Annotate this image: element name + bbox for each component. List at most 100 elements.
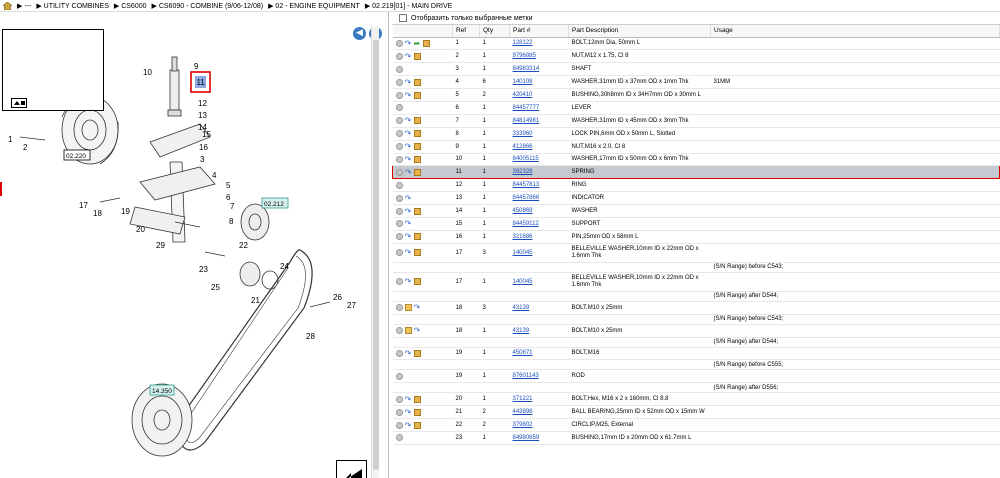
view-icon[interactable]: ↷ xyxy=(405,349,412,357)
package-icon[interactable] xyxy=(413,421,421,429)
package-icon[interactable] xyxy=(413,155,421,163)
table-row[interactable]: ↷ 4 6 140108 WASHER,31mm ID x 37mm OD x 1mm … xyxy=(392,75,1000,90)
part-number-link[interactable]: 379802 xyxy=(513,422,533,428)
view-icon[interactable]: ↷ xyxy=(405,207,412,215)
view-icon[interactable]: ↷ xyxy=(405,91,412,99)
package-icon[interactable] xyxy=(413,278,421,286)
callout-6[interactable]: 6 xyxy=(226,193,231,202)
table-row[interactable]: 3 1 84983314 SHAFT xyxy=(392,62,1000,77)
note-icon[interactable] xyxy=(404,327,412,335)
package-icon[interactable] xyxy=(413,52,421,60)
callout-23[interactable]: 23 xyxy=(199,265,208,274)
view-icon[interactable]: ↷ xyxy=(405,421,412,429)
part-number-link[interactable]: 450869 xyxy=(513,208,533,214)
table-row[interactable]: ↷ 18 3 43139 BOLT,M10 x 25mm xyxy=(392,301,1000,315)
table-row[interactable]: ↷ 2 1 9796885 NUT,M12 x 1.75, Cl 8 xyxy=(392,49,1000,64)
package-icon[interactable] xyxy=(413,349,421,357)
view-icon[interactable]: ↷ xyxy=(405,39,412,47)
diagram-scrollbar[interactable] xyxy=(371,26,379,478)
show-selected-checkbox[interactable] xyxy=(399,14,407,22)
table-row[interactable]: ↷ 7 1 84814981 WASHER,31mm ID x 45mm OD x 3m… xyxy=(392,114,1000,128)
col-part[interactable]: Part # xyxy=(509,25,569,38)
table-row[interactable]: 12 1 84457813 RING xyxy=(392,178,1000,193)
view-icon[interactable]: ↷ xyxy=(405,278,412,286)
view-icon[interactable]: ↷ xyxy=(414,304,421,312)
table-row-selected[interactable]: ↷ 11 1 392328 SPRING xyxy=(392,165,1000,180)
callout-25[interactable]: 25 xyxy=(211,283,220,292)
callout-28[interactable]: 28 xyxy=(306,332,315,341)
package-icon[interactable] xyxy=(413,249,421,257)
previous-diagram-button[interactable]: ◀ xyxy=(353,27,366,40)
callout-20[interactable]: 20 xyxy=(136,225,145,234)
callout-21[interactable]: 21 xyxy=(251,296,260,305)
part-number-link[interactable]: 84005115 xyxy=(513,156,539,162)
col-usage[interactable]: Usage xyxy=(710,25,1000,38)
table-row[interactable]: ↷ 9 1 412866 NUT,M16 x 2.0, Cl 8 xyxy=(392,140,1000,154)
part-number-link[interactable]: 333960 xyxy=(513,131,533,137)
ref-box-14-350[interactable]: 14.350 xyxy=(152,388,172,395)
col-ref[interactable]: Ref xyxy=(452,25,480,38)
part-number-link[interactable]: 321686 xyxy=(513,234,533,240)
part-number-link[interactable]: 43139 xyxy=(513,305,530,311)
view-icon[interactable]: ↷ xyxy=(405,395,412,403)
callout-12[interactable]: 12 xyxy=(198,99,207,108)
package-icon[interactable] xyxy=(413,91,421,99)
callout-2[interactable]: 2 xyxy=(23,143,28,152)
table-row[interactable]: 6 1 84457777 LEVER xyxy=(392,101,1000,115)
callout-17[interactable]: 17 xyxy=(79,201,88,210)
table-row[interactable]: 23 1 84980659 BUSHING,17mm ID x 20mm OD x 6… xyxy=(392,431,1000,445)
table-row[interactable]: ↷ 17 1 140045 BELLEVILLE WASHER,10mm ID x 22… xyxy=(392,272,1000,292)
part-number-link[interactable]: 450871 xyxy=(513,350,533,356)
breadcrumb-item[interactable]: ▶ --- xyxy=(17,2,31,10)
table-row[interactable]: ↷ 20 1 371221 BOLT,Hex, M16 x 2 x 160mm, Cl … xyxy=(392,392,1000,407)
callout-9[interactable]: 9 xyxy=(194,62,199,71)
note-icon[interactable] xyxy=(404,304,412,312)
table-row[interactable]: ↷ 22 2 379802 CIRCLIP,M25, External xyxy=(392,418,1000,432)
part-number-link[interactable]: 443898 xyxy=(513,409,533,415)
breadcrumb-item[interactable]: ▶ CS6000 xyxy=(114,2,147,10)
overview-thumbnail[interactable] xyxy=(2,29,104,111)
callout-5[interactable]: 5 xyxy=(226,181,231,190)
callout-24[interactable]: 24 xyxy=(280,262,289,271)
export-button[interactable] xyxy=(336,460,367,478)
view-icon[interactable]: ↷ xyxy=(405,168,412,176)
view-icon[interactable]: ↷ xyxy=(405,155,412,163)
package-icon[interactable] xyxy=(414,168,421,176)
callout-8[interactable]: 8 xyxy=(229,217,234,226)
part-number-link[interactable]: 84457777 xyxy=(513,105,540,111)
part-number-link[interactable]: 140045 xyxy=(513,279,533,285)
view-icon[interactable]: ↷ xyxy=(405,249,412,257)
part-number-link[interactable]: 9796885 xyxy=(513,53,536,59)
part-number-link[interactable]: 140045 xyxy=(513,250,533,256)
table-row[interactable]: ↷ 5 2 420410 BUSHING,30h8mm ID x 34H7mm OD x… xyxy=(392,88,1000,102)
table-row[interactable]: ↷ 8 1 333960 LOCK PIN,6mm OD x 50mm L, Slott… xyxy=(392,127,1000,141)
callout-18[interactable]: 18 xyxy=(93,209,102,218)
package-icon[interactable] xyxy=(413,117,421,125)
view-icon[interactable]: ↷ xyxy=(405,408,412,416)
table-row[interactable]: ↷ 17 3 140045 BELLEVILLE WASHER,10mm ID x 22… xyxy=(392,243,1000,263)
package-icon[interactable] xyxy=(413,143,421,151)
table-row[interactable]: ↷ ➦ 1 1 128122 BOLT,12mm Dia, 50mm L xyxy=(392,37,1000,51)
table-row[interactable]: ↷ 18 1 43139 BOLT,M10 x 25mm xyxy=(392,324,1000,338)
home-icon[interactable] xyxy=(3,1,12,10)
part-number-link[interactable]: 84459112 xyxy=(513,221,539,227)
callout-13[interactable]: 13 xyxy=(198,111,207,120)
callout-11-selected[interactable]: 11 xyxy=(197,78,206,87)
breadcrumb-item[interactable]: ▶ UTILITY COMBINES xyxy=(36,2,109,10)
part-number-link[interactable]: 43139 xyxy=(513,328,530,334)
view-icon[interactable]: ↷ xyxy=(405,143,412,151)
callout-29[interactable]: 29 xyxy=(156,241,165,250)
table-row[interactable]: ↷ 13 1 84457866 INDICATOR xyxy=(392,191,1000,206)
breadcrumb-item-current[interactable]: ▶ 02.219[01] - MAIN DRIVE xyxy=(365,2,452,10)
part-number-link[interactable]: 128122 xyxy=(513,40,533,46)
part-number-link[interactable]: 84980659 xyxy=(513,435,540,441)
callout-3[interactable]: 3 xyxy=(200,155,205,164)
part-number-link[interactable]: 87601143 xyxy=(513,373,539,379)
view-icon[interactable]: ↷ xyxy=(405,130,412,138)
view-icon[interactable]: ↷ xyxy=(405,233,412,241)
zoom-view-icon[interactable] xyxy=(11,98,27,108)
view-icon[interactable]: ↷ xyxy=(405,52,412,60)
table-row[interactable]: ↷ 10 1 84005115 WASHER,17mm ID x 50mm OD x 6… xyxy=(392,153,1000,167)
add-to-cart-icon[interactable]: ➦ xyxy=(414,39,421,47)
part-number-link[interactable]: 84457866 xyxy=(513,195,540,201)
